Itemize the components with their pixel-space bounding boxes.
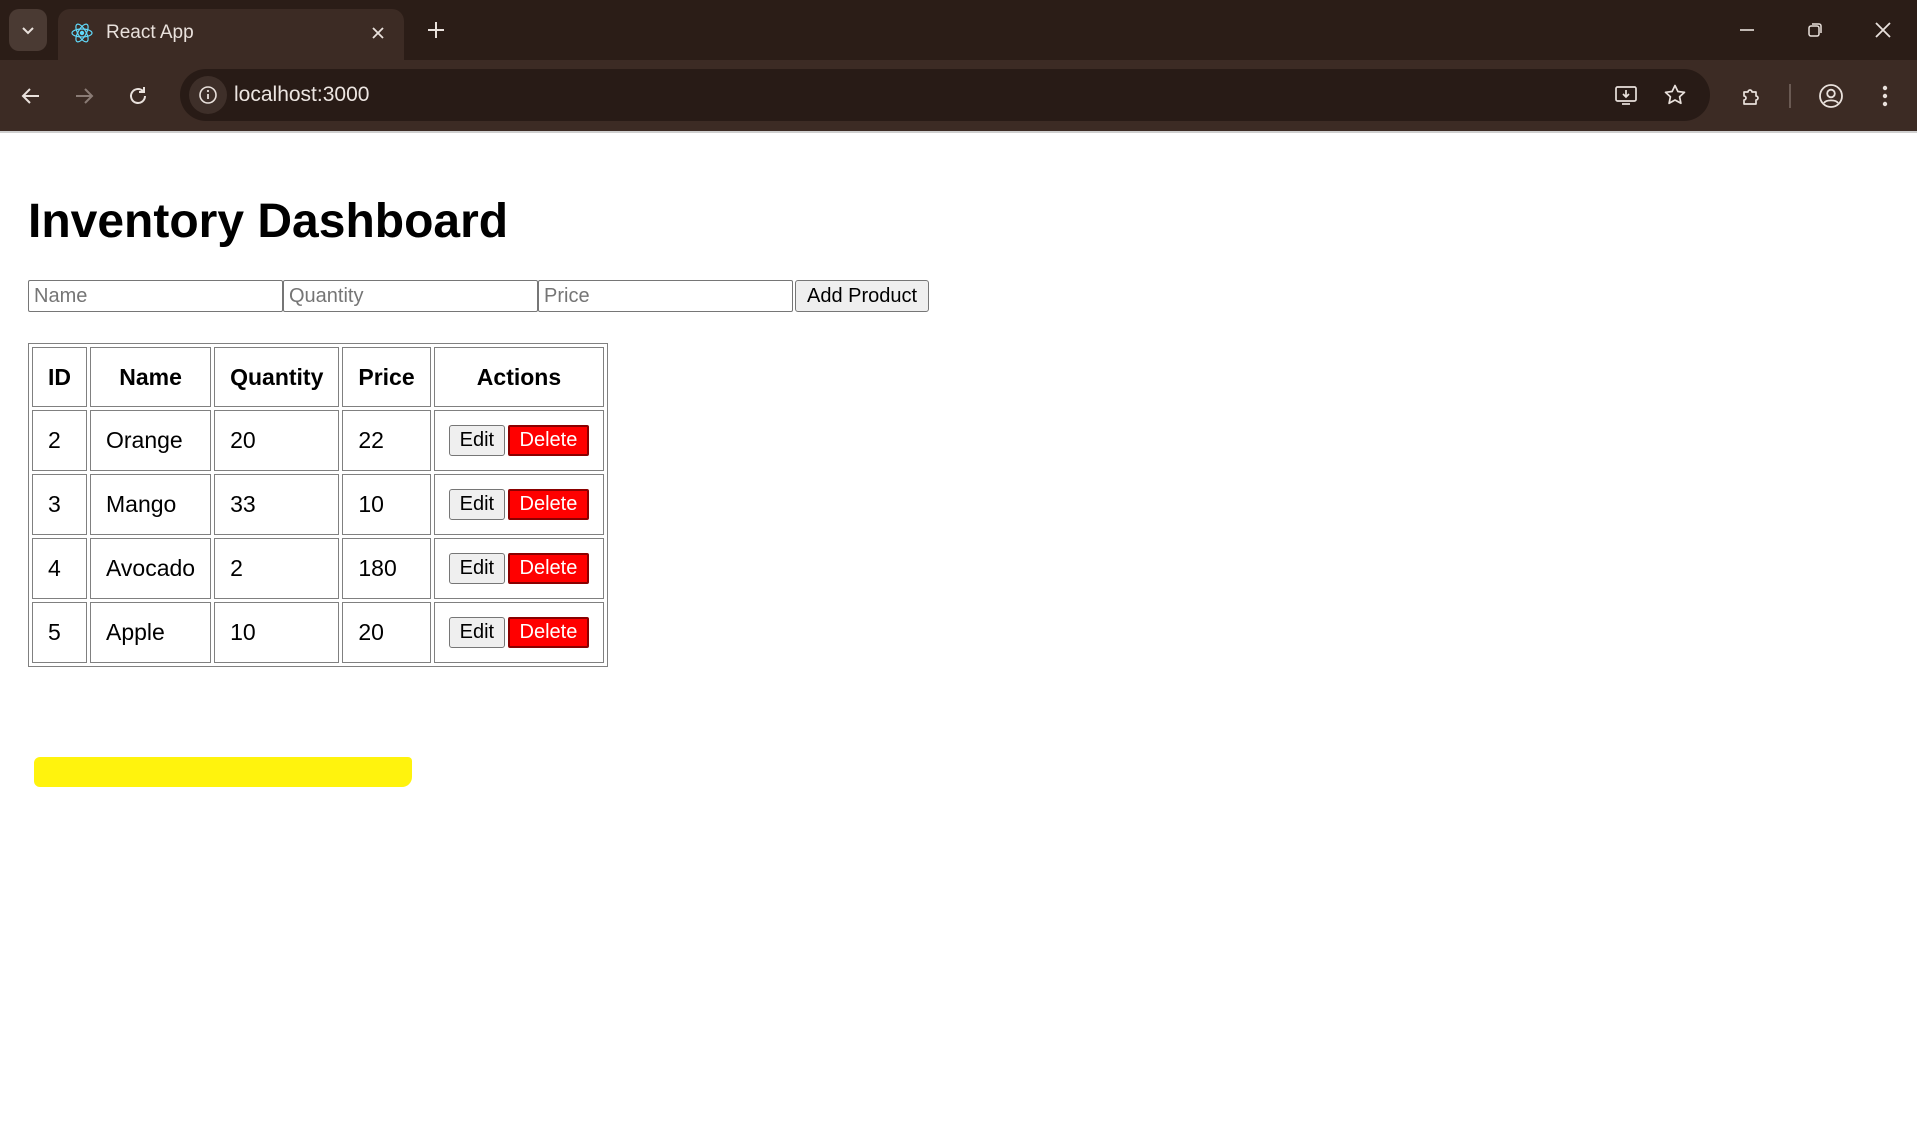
cell-id: 2: [32, 410, 87, 471]
cell-name: Avocado: [90, 538, 212, 599]
cell-quantity: 33: [214, 474, 340, 535]
plus-icon: [428, 22, 444, 38]
restore-button[interactable]: [1790, 8, 1840, 52]
minimize-icon: [1740, 29, 1754, 31]
star-icon: [1664, 84, 1686, 105]
add-product-form: Add Product: [28, 280, 930, 312]
delete-button[interactable]: Delete: [507, 489, 590, 520]
reload-icon: [130, 87, 146, 104]
header-quantity: Quantity: [214, 347, 340, 407]
profile-button[interactable]: [1809, 74, 1853, 118]
puzzle-icon: [1743, 89, 1759, 105]
install-app-button[interactable]: [1608, 77, 1644, 113]
cell-quantity: 10: [214, 602, 340, 663]
close-icon: [372, 27, 384, 39]
close-icon: [1875, 22, 1891, 38]
info-icon: [199, 86, 217, 104]
add-product-button[interactable]: Add Product: [795, 280, 930, 312]
bookmark-button[interactable]: [1657, 77, 1693, 113]
cell-quantity: 2: [214, 538, 340, 599]
name-input[interactable]: [28, 280, 283, 312]
cell-actions: Edit Delete: [433, 602, 605, 663]
page-title: Inventory Dashboard: [28, 195, 509, 248]
extensions-button[interactable]: [1730, 74, 1774, 118]
reload-button[interactable]: [116, 74, 160, 118]
table-row: 2 Orange 20 22 Edit Delete: [32, 410, 605, 471]
highlight-mark: [34, 757, 412, 787]
chevron-down-icon: [22, 27, 34, 35]
table-row: 3 Mango 33 10 Edit Delete: [32, 474, 605, 535]
minimize-button[interactable]: [1722, 8, 1772, 52]
header-actions: Actions: [433, 347, 605, 407]
table-header-row: ID Name Quantity Price Actions: [32, 347, 605, 407]
close-window-button[interactable]: [1858, 8, 1908, 52]
edit-button[interactable]: Edit: [448, 425, 506, 456]
page-content: Inventory Dashboard Add Product ID Name …: [0, 131, 1917, 1126]
forward-arrow-icon: [76, 88, 94, 104]
cell-id: 3: [32, 474, 87, 535]
header-price: Price: [342, 347, 431, 407]
tab-search-button[interactable]: [9, 9, 47, 51]
price-input[interactable]: [538, 280, 793, 312]
header-name: Name: [90, 347, 212, 407]
edit-button[interactable]: Edit: [448, 617, 506, 648]
cell-price: 22: [342, 410, 431, 471]
quantity-input[interactable]: [283, 280, 538, 312]
new-tab-button[interactable]: [420, 12, 452, 48]
browser-menu-button[interactable]: [1863, 74, 1907, 118]
back-arrow-icon: [21, 88, 39, 104]
table-row: 5 Apple 10 20 Edit Delete: [32, 602, 605, 663]
install-app-icon: [1615, 86, 1637, 105]
back-button[interactable]: [9, 74, 53, 118]
tab-title: React App: [106, 22, 194, 43]
cell-actions: Edit Delete: [433, 410, 605, 471]
restore-icon: [1808, 23, 1822, 37]
cell-quantity: 20: [214, 410, 340, 471]
cell-id: 5: [32, 602, 87, 663]
tab-close-button[interactable]: [366, 21, 390, 45]
kebab-menu-icon: [1882, 85, 1888, 107]
profile-icon: [1819, 84, 1843, 108]
cell-name: Orange: [90, 410, 212, 471]
header-id: ID: [32, 347, 87, 407]
site-info-button[interactable]: [189, 76, 227, 114]
tab-strip: React App: [0, 0, 1917, 60]
url-text[interactable]: localhost:3000: [234, 82, 369, 108]
delete-button[interactable]: Delete: [507, 617, 590, 648]
cell-name: Mango: [90, 474, 212, 535]
cell-name: Apple: [90, 602, 212, 663]
delete-button[interactable]: Delete: [507, 553, 590, 584]
cell-price: 10: [342, 474, 431, 535]
browser-toolbar: localhost:3000: [0, 60, 1917, 131]
forward-button[interactable]: [62, 74, 106, 118]
cell-actions: Edit Delete: [433, 538, 605, 599]
delete-button[interactable]: Delete: [507, 425, 590, 456]
toolbar-separator: [1789, 84, 1791, 108]
cell-price: 20: [342, 602, 431, 663]
edit-button[interactable]: Edit: [448, 489, 506, 520]
active-tab[interactable]: React App: [58, 9, 404, 60]
cell-id: 4: [32, 538, 87, 599]
address-bar[interactable]: localhost:3000: [180, 69, 1710, 121]
react-icon: [71, 23, 93, 43]
edit-button[interactable]: Edit: [448, 553, 506, 584]
inventory-table: ID Name Quantity Price Actions 2 Orange …: [28, 343, 609, 667]
cell-price: 180: [342, 538, 431, 599]
table-row: 4 Avocado 2 180 Edit Delete: [32, 538, 605, 599]
cell-actions: Edit Delete: [433, 474, 605, 535]
